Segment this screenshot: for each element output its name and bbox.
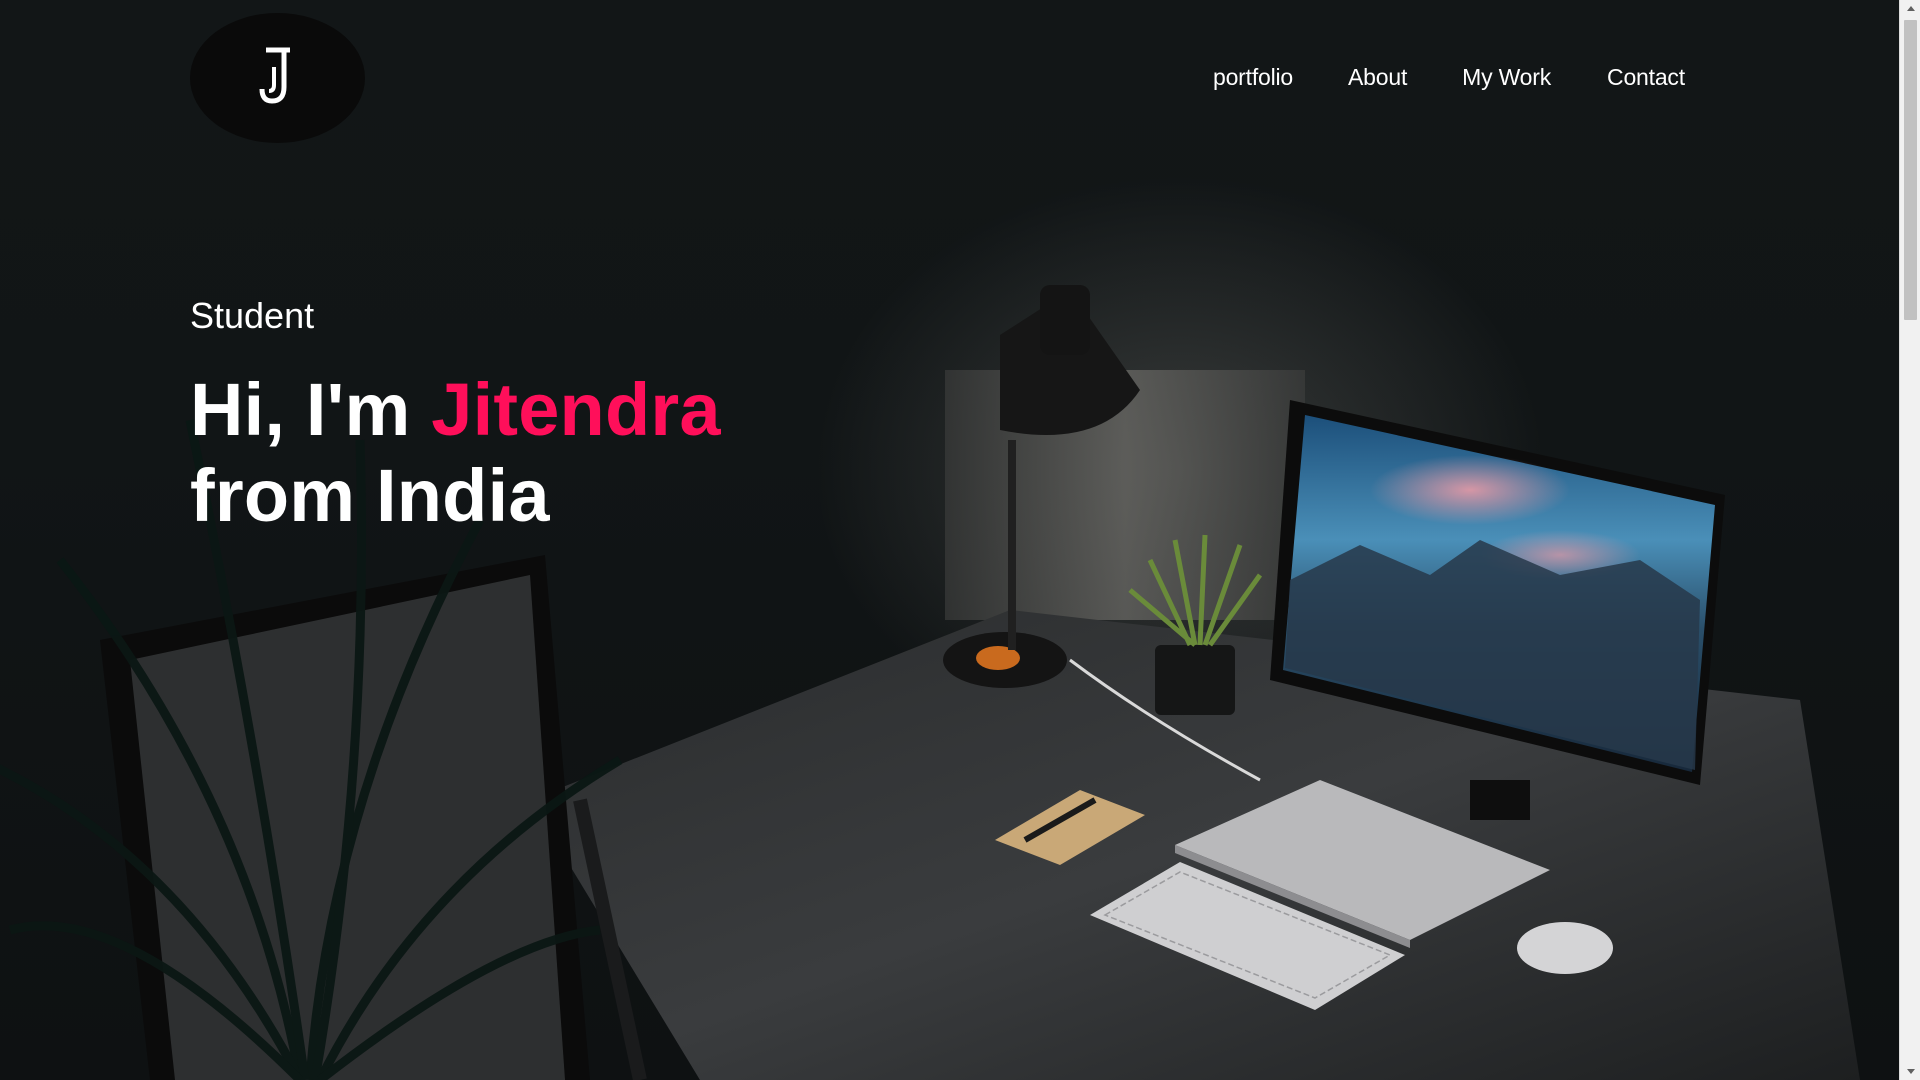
hero-name: Jitendra xyxy=(431,368,721,451)
nav-link-my-work[interactable]: My Work xyxy=(1462,64,1551,90)
hero-greeting: Hi, I'm xyxy=(190,368,432,451)
hero-background-photo xyxy=(0,0,1899,1080)
hero-location: from India xyxy=(190,454,550,537)
scroll-down-arrow-icon[interactable] xyxy=(1900,1063,1920,1080)
scrollbar-thumb[interactable] xyxy=(1904,20,1917,320)
j-monogram-icon xyxy=(259,47,290,104)
hero-subtitle: Student xyxy=(190,295,315,336)
scroll-up-arrow-icon[interactable] xyxy=(1900,0,1920,17)
nav-link-about[interactable]: About xyxy=(1348,64,1407,90)
mouse-icon xyxy=(1517,922,1613,974)
nav-link-contact[interactable]: Contact xyxy=(1607,64,1685,90)
hero-headline: Hi, I'm Jitendra from India xyxy=(190,367,721,539)
logo[interactable] xyxy=(190,13,365,143)
nav-link-portfolio[interactable]: portfolio xyxy=(1213,64,1293,90)
desk-scene-illustration xyxy=(0,285,1860,1080)
vertical-scrollbar[interactable] xyxy=(1899,0,1920,1080)
main-nav: portfolio About My Work Contact xyxy=(1213,64,1685,90)
